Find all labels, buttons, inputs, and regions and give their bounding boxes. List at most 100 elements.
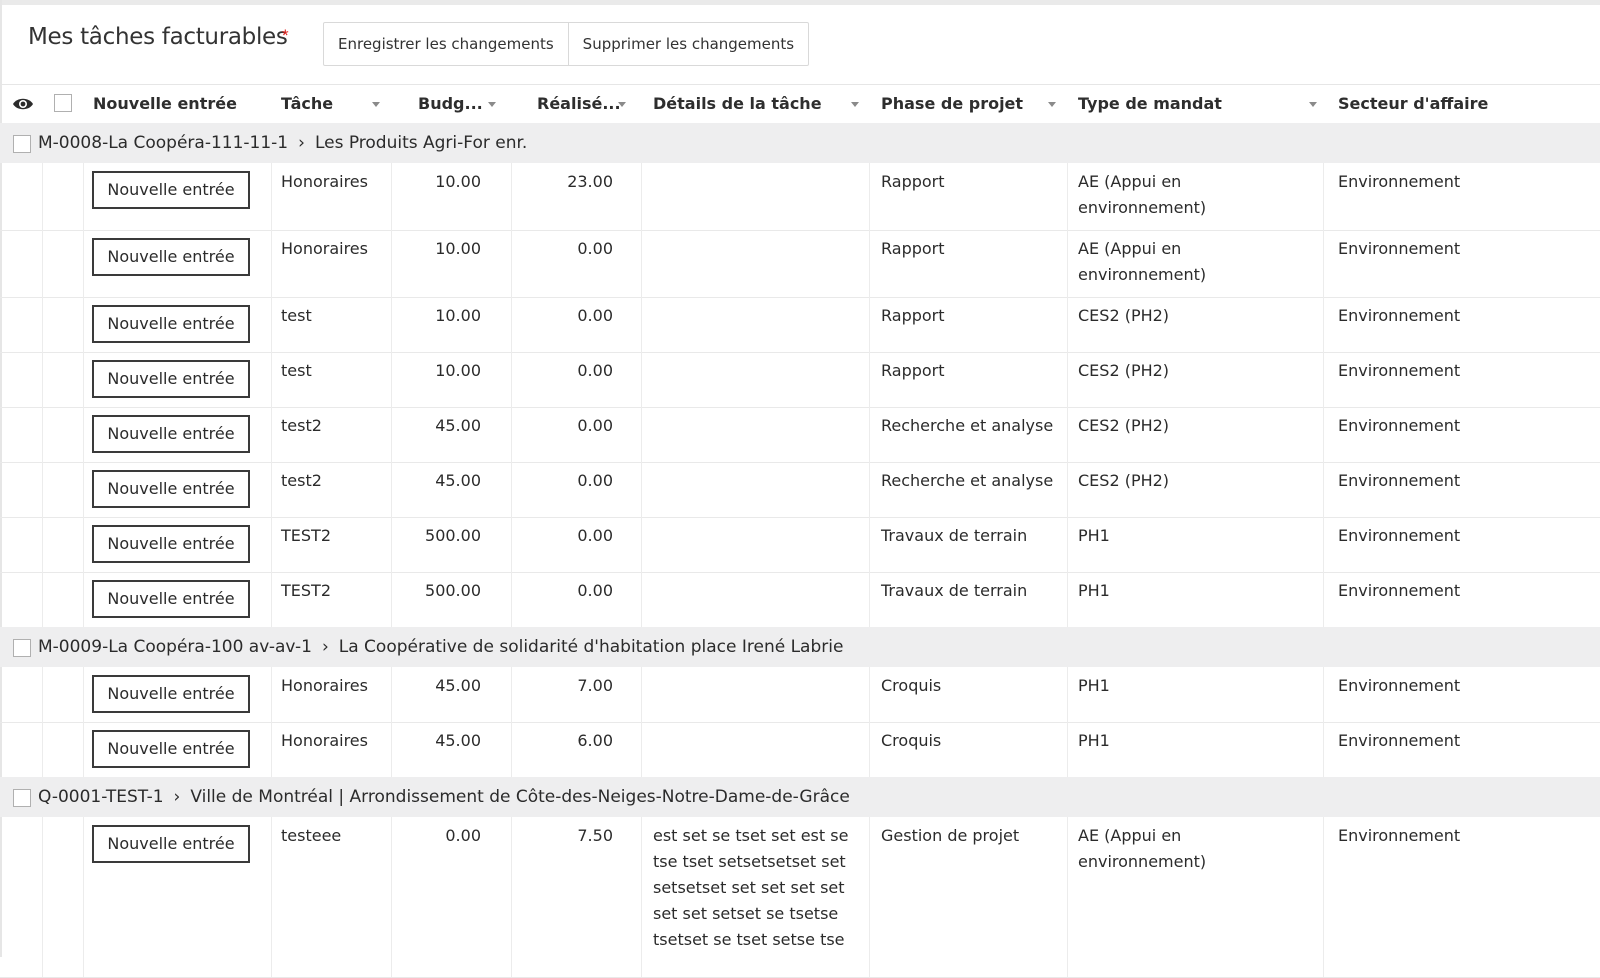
column-divider bbox=[83, 352, 84, 407]
top-border bbox=[0, 0, 1600, 5]
mandate-type-cell: CES2 (PH2) bbox=[1078, 306, 1170, 325]
chevron-down-icon[interactable] bbox=[851, 102, 859, 107]
column-divider bbox=[271, 297, 272, 352]
budget-cell: 10.00 bbox=[435, 239, 481, 258]
column-divider bbox=[271, 517, 272, 572]
group-row: M-0009-La Coopéra-100 av-av-1 › La Coopéra… bbox=[0, 627, 1600, 667]
column-divider bbox=[869, 572, 870, 627]
business-sector-cell: Environnement bbox=[1338, 416, 1461, 435]
task-cell: test2 bbox=[281, 471, 322, 490]
project-phase-cell: Croquis bbox=[881, 731, 942, 750]
task-cell: TEST2 bbox=[281, 581, 331, 600]
column-divider bbox=[869, 163, 870, 230]
column-header-project-phase[interactable]: Phase de projet bbox=[881, 85, 1023, 123]
done-cell: 0.00 bbox=[577, 416, 613, 435]
chevron-down-icon[interactable] bbox=[1048, 102, 1056, 107]
group-checkbox[interactable] bbox=[13, 639, 31, 657]
column-divider bbox=[641, 462, 642, 517]
save-changes-button[interactable]: Enregistrer les changements bbox=[324, 23, 568, 65]
chevron-down-icon[interactable] bbox=[488, 102, 496, 107]
column-divider bbox=[83, 817, 84, 977]
task-details-cell bbox=[653, 728, 853, 775]
mandate-type-cell: AE (Appui en environnement) bbox=[1078, 239, 1207, 284]
business-sector-cell: Environnement bbox=[1338, 676, 1461, 695]
column-header-business-sector[interactable]: Secteur d'affaire bbox=[1338, 85, 1488, 123]
chevron-down-icon[interactable] bbox=[1309, 102, 1317, 107]
mandate-type-cell: AE (Appui en environnement) bbox=[1078, 826, 1207, 871]
column-divider bbox=[271, 572, 272, 627]
chevron-right-icon: › bbox=[321, 637, 329, 657]
column-divider bbox=[271, 407, 272, 462]
new-entry-button[interactable]: Nouvelle entrée bbox=[92, 675, 250, 713]
business-sector-cell: Environnement bbox=[1338, 581, 1461, 600]
new-entry-button[interactable]: Nouvelle entrée bbox=[92, 360, 250, 398]
new-entry-button[interactable]: Nouvelle entrée bbox=[92, 825, 250, 863]
business-sector-cell: Environnement bbox=[1338, 526, 1461, 545]
group-client: Ville de Montréal | Arrondissement de Cô… bbox=[190, 787, 850, 807]
table-row: Nouvelle entrée test2 45.00 0.00 Recherche e… bbox=[0, 462, 1600, 518]
column-divider bbox=[42, 667, 43, 722]
group-title: M-0008-La Coopéra-111-11-1 › Les Produits … bbox=[38, 123, 527, 163]
task-cell: Honoraires bbox=[281, 239, 368, 258]
task-cell: testeee bbox=[281, 826, 342, 845]
eye-icon[interactable] bbox=[12, 95, 34, 113]
chevron-right-icon: › bbox=[298, 133, 305, 153]
column-divider bbox=[83, 517, 84, 572]
column-divider bbox=[42, 462, 43, 517]
new-entry-button[interactable]: Nouvelle entrée bbox=[92, 305, 250, 343]
done-cell: 0.00 bbox=[577, 239, 613, 258]
column-divider bbox=[271, 352, 272, 407]
done-cell: 0.00 bbox=[577, 306, 613, 325]
task-details-cell bbox=[653, 413, 853, 460]
new-entry-button[interactable]: Nouvelle entrée bbox=[92, 580, 250, 618]
new-entry-button[interactable]: Nouvelle entrée bbox=[92, 238, 250, 276]
chevron-down-icon[interactable] bbox=[372, 102, 380, 107]
business-sector-cell: Environnement bbox=[1338, 306, 1461, 325]
group-checkbox[interactable] bbox=[13, 789, 31, 807]
column-divider bbox=[42, 572, 43, 627]
column-header-new-entry[interactable]: Nouvelle entrée bbox=[93, 85, 237, 123]
column-divider bbox=[1323, 407, 1324, 462]
task-cell: Honoraires bbox=[281, 731, 368, 750]
task-cell: test bbox=[281, 306, 312, 325]
table-row: Nouvelle entrée Honoraires 45.00 7.00 Croqui… bbox=[0, 667, 1600, 723]
column-header-budget[interactable]: Budg... bbox=[418, 85, 483, 123]
column-header-task-details[interactable]: Détails de la tâche bbox=[653, 85, 822, 123]
column-divider bbox=[869, 667, 870, 722]
table-row: Nouvelle entrée testeee 0.00 7.50 est set se… bbox=[0, 817, 1600, 978]
column-divider bbox=[641, 722, 642, 777]
discard-changes-button[interactable]: Supprimer les changements bbox=[567, 23, 808, 65]
select-all-checkbox[interactable] bbox=[54, 94, 72, 112]
column-divider bbox=[869, 462, 870, 517]
column-header-done[interactable]: Réalisé... bbox=[537, 85, 621, 123]
new-entry-button[interactable]: Nouvelle entrée bbox=[92, 415, 250, 453]
column-divider bbox=[83, 462, 84, 517]
task-details-cell bbox=[653, 523, 853, 570]
column-divider bbox=[869, 230, 870, 297]
group-code: M-0009-La Coopéra-100 av-av-1 bbox=[38, 637, 312, 657]
new-entry-button[interactable]: Nouvelle entrée bbox=[92, 171, 250, 209]
done-cell: 0.00 bbox=[577, 361, 613, 380]
column-divider bbox=[1067, 517, 1068, 572]
column-divider bbox=[1323, 517, 1324, 572]
table-row: Nouvelle entrée Honoraires 10.00 23.00 Rappo… bbox=[0, 163, 1600, 231]
new-entry-button[interactable]: Nouvelle entrée bbox=[92, 730, 250, 768]
project-phase-cell: Recherche et analyse bbox=[881, 471, 1054, 490]
new-entry-button[interactable]: Nouvelle entrée bbox=[92, 470, 250, 508]
table-row: Nouvelle entrée Honoraires 10.00 0.00 Rappor… bbox=[0, 230, 1600, 298]
business-sector-cell: Environnement bbox=[1338, 731, 1461, 750]
project-phase-cell: Recherche et analyse bbox=[881, 416, 1054, 435]
column-divider bbox=[641, 517, 642, 572]
column-header-mandate-type[interactable]: Type de mandat bbox=[1078, 85, 1222, 123]
grid-header: Nouvelle entrée Tâche Budg... Réalisé...… bbox=[0, 85, 1600, 124]
group-checkbox[interactable] bbox=[13, 135, 31, 153]
page-title: Mes tâches facturables bbox=[28, 24, 288, 50]
column-divider bbox=[869, 352, 870, 407]
new-entry-button[interactable]: Nouvelle entrée bbox=[92, 525, 250, 563]
chevron-down-icon[interactable] bbox=[618, 102, 626, 107]
column-divider bbox=[271, 722, 272, 777]
task-details-cell bbox=[653, 236, 853, 295]
project-phase-cell: Travaux de terrain bbox=[881, 581, 1028, 600]
column-divider bbox=[641, 352, 642, 407]
column-header-task[interactable]: Tâche bbox=[281, 85, 333, 123]
